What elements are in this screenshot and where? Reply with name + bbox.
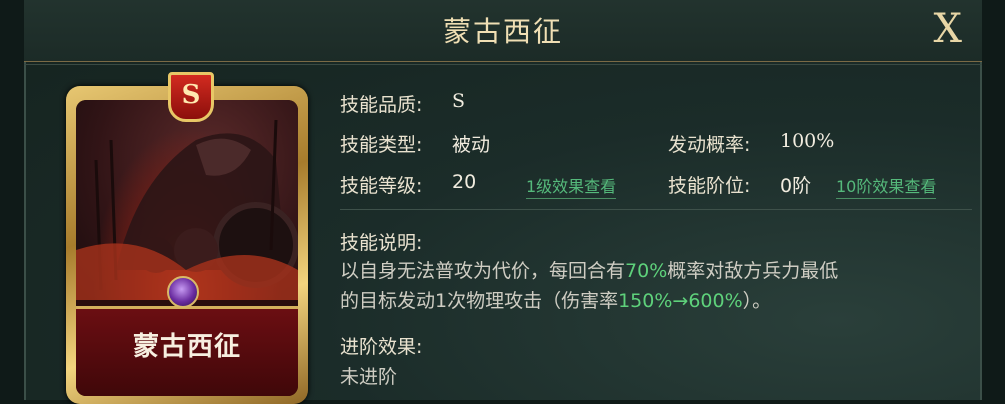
skill-card-artwork xyxy=(76,100,298,300)
skill-description: 以自身无法普攻为代价，每回合有70%概率对敌方兵力最低 的目标发动1次物理攻击（… xyxy=(340,256,960,316)
trigger-value: 100% xyxy=(780,130,835,152)
grade-badge: S xyxy=(168,72,214,122)
advance-label: 进阶效果: xyxy=(340,336,423,358)
description-label: 技能说明: xyxy=(340,232,423,254)
close-button[interactable]: X xyxy=(934,6,962,52)
level-effect-link[interactable]: 1级效果查看 xyxy=(526,173,617,199)
damage-rate-highlight: 150%→600% xyxy=(618,290,743,312)
description-line-1: 以自身无法普攻为代价，每回合有70%概率对敌方兵力最低 xyxy=(340,260,839,282)
rank-value: 0阶 xyxy=(780,175,812,197)
skill-card-inner: 蒙古西征 xyxy=(76,100,298,396)
type-value: 被动 xyxy=(452,134,491,156)
skill-card: 蒙古西征 xyxy=(66,86,308,404)
rank-effect-link[interactable]: 10阶效果查看 xyxy=(836,173,937,199)
artwork-illustration xyxy=(76,119,298,300)
description-line-2: 的目标发动1次物理攻击（伤害率150%→600%）。 xyxy=(340,290,772,312)
divider xyxy=(340,209,972,210)
advance-value: 未进阶 xyxy=(340,366,398,388)
trigger-label: 发动概率: xyxy=(668,134,751,156)
card-name: 蒙古西征 xyxy=(132,332,241,362)
gem-icon xyxy=(167,276,199,308)
quality-label: 技能品质: xyxy=(340,94,423,116)
type-label: 技能类型: xyxy=(340,134,423,156)
panel-title: 蒙古西征 xyxy=(442,15,563,48)
rank-label: 技能阶位: xyxy=(668,175,751,197)
probability-highlight: 70% xyxy=(625,260,668,282)
level-label: 技能等级: xyxy=(340,175,423,197)
title-bar: 蒙古西征 X xyxy=(24,0,982,65)
quality-value: S xyxy=(452,90,466,112)
level-value: 20 xyxy=(452,171,477,193)
